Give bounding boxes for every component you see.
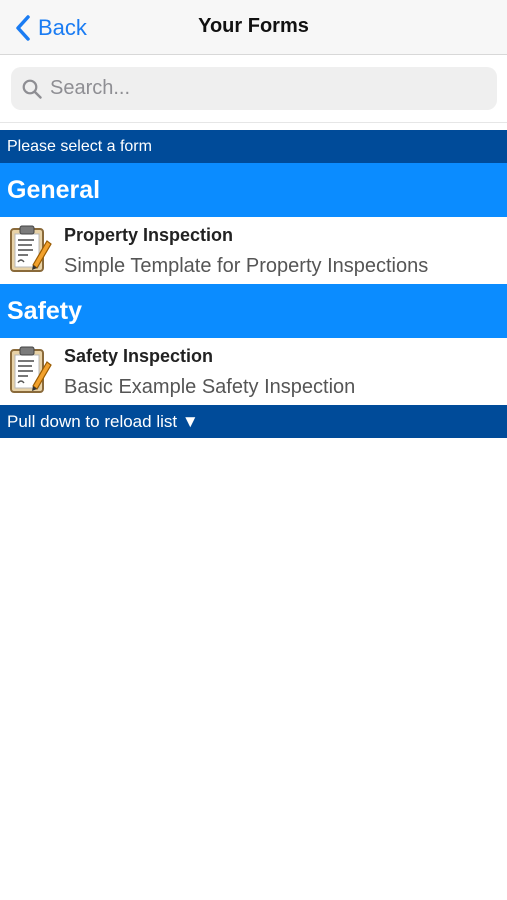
- navigation-bar: Back Your Forms: [0, 0, 507, 55]
- forms-list: Please select a form General Property In…: [0, 130, 507, 438]
- page-title: Your Forms: [198, 15, 309, 37]
- reload-hint-banner: Pull down to reload list ▼: [0, 405, 507, 438]
- search-icon: [22, 79, 42, 99]
- form-item-property-inspection[interactable]: Property Inspection Simple Template for …: [0, 217, 507, 284]
- section-header-general: General: [0, 163, 507, 217]
- select-form-banner: Please select a form: [0, 130, 507, 163]
- clipboard-pencil-icon: [10, 225, 52, 272]
- search-field[interactable]: [11, 67, 497, 110]
- section-header-safety: Safety: [0, 284, 507, 338]
- search-bar: [0, 55, 507, 123]
- clipboard-pencil-icon: [10, 346, 52, 393]
- search-input[interactable]: [50, 77, 480, 100]
- form-title: Safety Inspection: [64, 346, 214, 366]
- form-description: Basic Example Safety Inspection: [64, 376, 356, 398]
- form-title: Property Inspection: [64, 225, 234, 245]
- form-item-safety-inspection[interactable]: Safety Inspection Basic Example Safety I…: [0, 338, 507, 405]
- form-description: Simple Template for Property Inspections: [64, 255, 429, 277]
